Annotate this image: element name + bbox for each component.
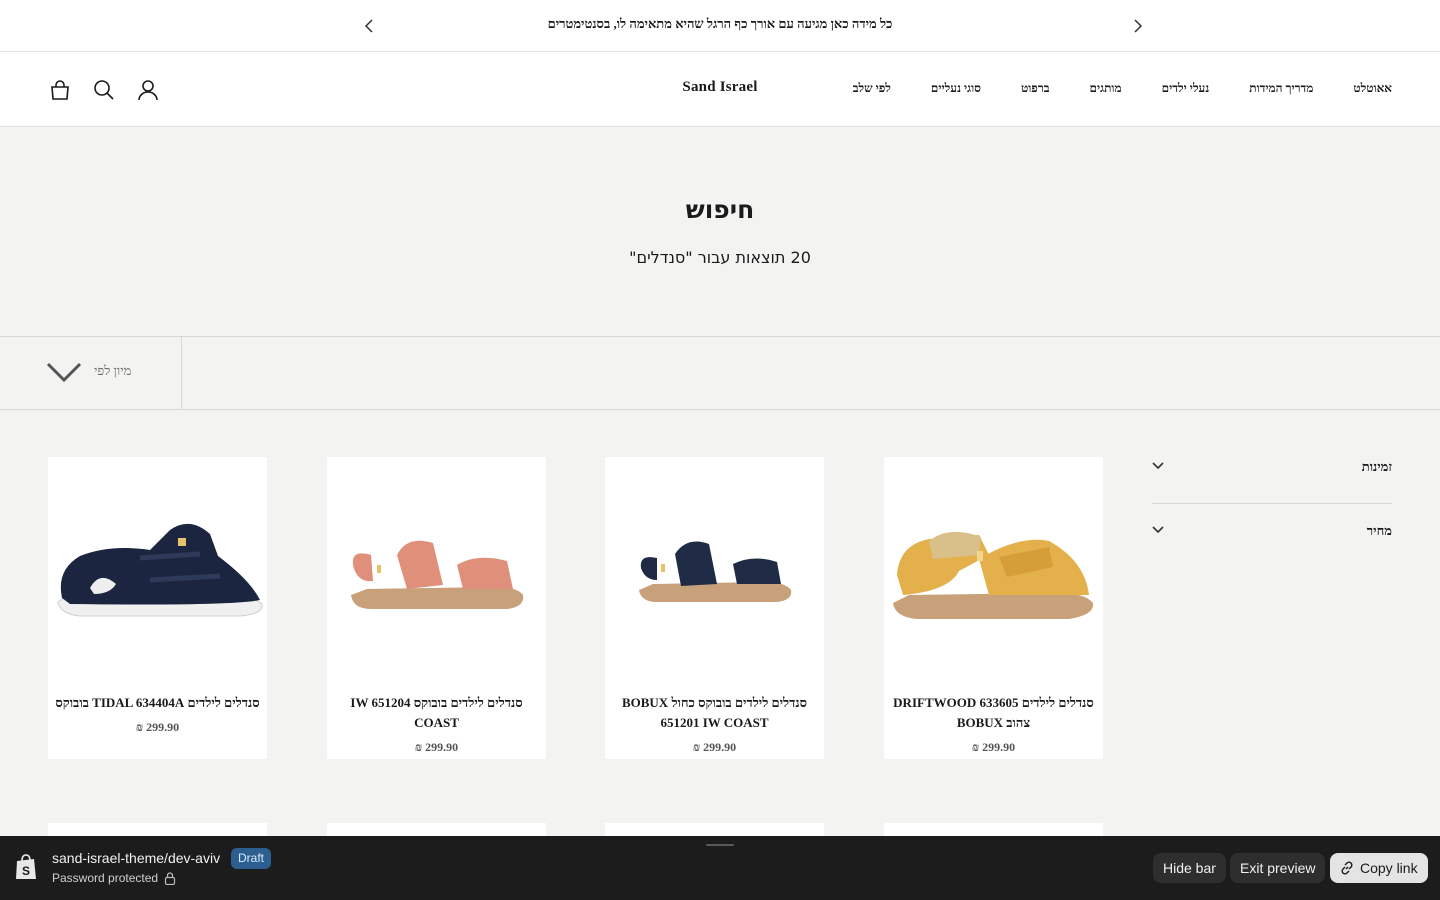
copy-link-button[interactable]: Copy link	[1330, 853, 1428, 883]
draft-badge: Draft	[231, 848, 272, 869]
announcement-bar: כל מידה כאן מגיעה עם אורך כף הרגל שהיא מ…	[0, 0, 1440, 52]
cart-button[interactable]	[48, 78, 72, 102]
link-icon	[1341, 861, 1353, 875]
password-status: Password protected	[52, 871, 176, 885]
header-icons	[48, 78, 160, 102]
product-title: סנדלים לילדים TIDAL 634404A בובוקס	[55, 695, 260, 710]
preview-bar-handle[interactable]	[706, 844, 734, 846]
theme-preview-bar: S sand-israel-theme/dev-aviv Draft Passw…	[0, 836, 1440, 900]
announcement-text: כל מידה כאן מגיעה עם אורך כף הרגל שהיא מ…	[547, 16, 893, 31]
product-card[interactable]: סנדלים לילדים בובוקס כחול BOBUX 651201 I…	[605, 457, 824, 759]
lock-icon	[164, 871, 176, 885]
page-title: חיפוש	[685, 195, 755, 224]
nav-item-outlet[interactable]: אאוטלט	[1353, 81, 1392, 96]
exit-preview-button[interactable]: Exit preview	[1230, 853, 1326, 883]
filter-availability[interactable]: זמינות	[1152, 440, 1392, 504]
product-image	[48, 457, 267, 682]
chevron-right-icon	[1134, 19, 1143, 33]
sort-bar: מיון לפי	[0, 337, 1440, 410]
nav-item-kids-shoes[interactable]: נעלי ילדים	[1162, 81, 1210, 96]
filter-sidebar: זמינות מחיר	[1152, 440, 1392, 568]
product-image	[605, 457, 824, 682]
sort-label: מיון לפי	[94, 363, 132, 378]
nav-item-size-guide[interactable]: מדריך המידות	[1249, 81, 1313, 96]
search-hero: חיפוש 20 תוצאות עבור "סנדלים"	[0, 127, 1440, 337]
filter-label: זמינות	[1361, 459, 1392, 474]
nav-item-brands[interactable]: מותגים	[1090, 81, 1122, 96]
shopify-bag-icon: S	[16, 854, 36, 879]
product-card[interactable]: סנדלים לילדים DRIFTWOOD 633605 צהוב BOBU…	[884, 457, 1103, 759]
product-image	[884, 457, 1103, 682]
chevron-down-icon	[1152, 462, 1164, 470]
product-title: סנדלים לילדים בובוקס IW 651204 COAST	[350, 695, 523, 730]
product-card[interactable]: סנדלים לילדים בובוקס IW 651204 COAST ₪ 2…	[327, 457, 546, 759]
sandal-image	[892, 531, 1093, 619]
nav-item-by-stage[interactable]: לפי שלב	[853, 81, 891, 96]
product-title: סנדלים לילדים בובוקס כחול BOBUX 651201 I…	[621, 695, 808, 730]
hide-bar-button[interactable]: Hide bar	[1153, 853, 1226, 883]
product-grid: סנדלים לילדים TIDAL 634404A בובוקס ₪ 299…	[48, 457, 1103, 759]
sandal-image	[350, 540, 523, 609]
product-title: סנדלים לילדים DRIFTWOOD 633605 צהוב BOBU…	[893, 695, 1094, 730]
site-header: Sand Israel לפי שלב סוגי נעליים ברפוט מו…	[0, 52, 1440, 127]
chevron-down-icon	[46, 362, 82, 383]
announcement-next-arrow[interactable]	[1126, 14, 1150, 38]
filter-price[interactable]: מחיר	[1152, 504, 1392, 568]
product-price: ₪ 299.90	[414, 740, 459, 754]
svg-text:S: S	[22, 864, 30, 878]
search-button[interactable]	[92, 78, 116, 102]
product-price: ₪ 299.90	[135, 720, 180, 734]
account-icon	[138, 80, 158, 101]
sandal-image	[638, 541, 791, 602]
cart-icon	[51, 80, 69, 100]
sort-dropdown[interactable]: מיון לפי	[0, 337, 182, 409]
account-button[interactable]	[136, 78, 160, 102]
copy-link-label: Copy link	[1360, 860, 1418, 876]
product-image	[327, 457, 546, 682]
product-card[interactable]: סנדלים לילדים TIDAL 634404A בובוקס ₪ 299…	[48, 457, 267, 759]
password-text: Password protected	[52, 871, 159, 885]
sandal-image	[57, 523, 263, 616]
main-nav: לפי שלב סוגי נעליים ברפוט מותגים נעלי יל…	[853, 81, 1392, 96]
product-price: ₪ 299.90	[692, 740, 737, 754]
site-logo[interactable]: Sand Israel	[640, 79, 800, 96]
filter-label: מחיר	[1366, 523, 1392, 538]
preview-theme-name: sand-israel-theme/dev-aviv	[52, 850, 221, 866]
chevron-down-icon	[1152, 526, 1164, 534]
results-count: 20 תוצאות עבור "סנדלים"	[629, 248, 811, 267]
product-price: ₪ 299.90	[971, 740, 1016, 754]
search-icon	[94, 80, 114, 100]
nav-item-barefoot[interactable]: ברפוט	[1021, 81, 1050, 96]
nav-item-shoe-types[interactable]: סוגי נעליים	[931, 81, 981, 96]
